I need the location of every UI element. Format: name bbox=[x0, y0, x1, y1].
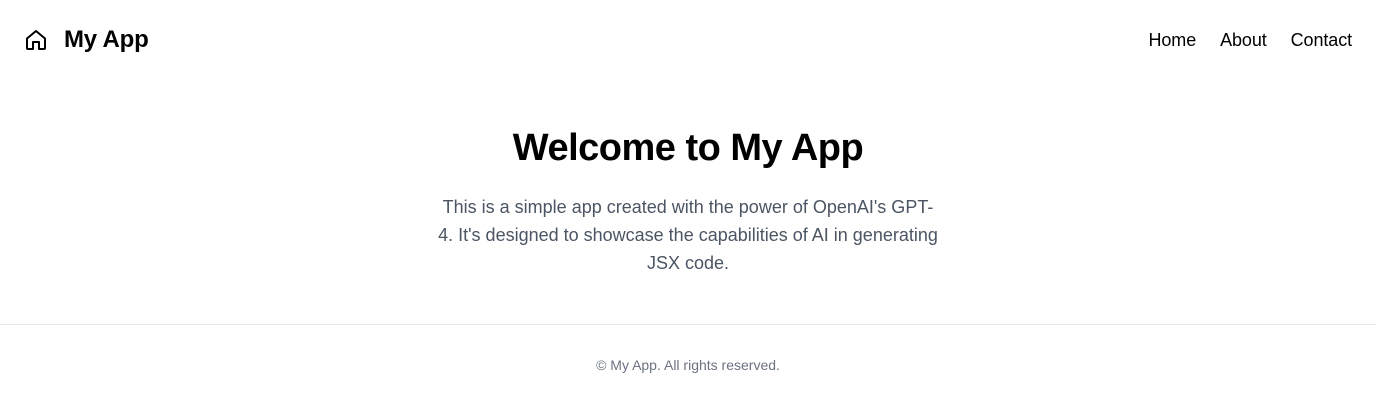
home-icon bbox=[24, 28, 48, 52]
main-nav: Home About Contact bbox=[1148, 30, 1352, 51]
page-title: Welcome to My App bbox=[512, 127, 864, 169]
nav-link-contact[interactable]: Contact bbox=[1291, 30, 1352, 51]
brand-link[interactable]: My App bbox=[24, 26, 149, 54]
page: My App Home About Contact Welcome to My … bbox=[0, 0, 1376, 404]
footer: © My App. All rights reserved. bbox=[0, 324, 1376, 404]
intro-text: This is a simple app created with the po… bbox=[438, 197, 938, 273]
nav-link-about[interactable]: About bbox=[1220, 30, 1267, 51]
copyright-text: © My App. All rights reserved. bbox=[596, 356, 780, 373]
app-title: My App bbox=[64, 26, 149, 53]
header: My App Home About Contact bbox=[0, 0, 1376, 80]
main-content: Welcome to My App This is a simple app c… bbox=[0, 80, 1376, 324]
nav-link-home[interactable]: Home bbox=[1148, 30, 1196, 51]
